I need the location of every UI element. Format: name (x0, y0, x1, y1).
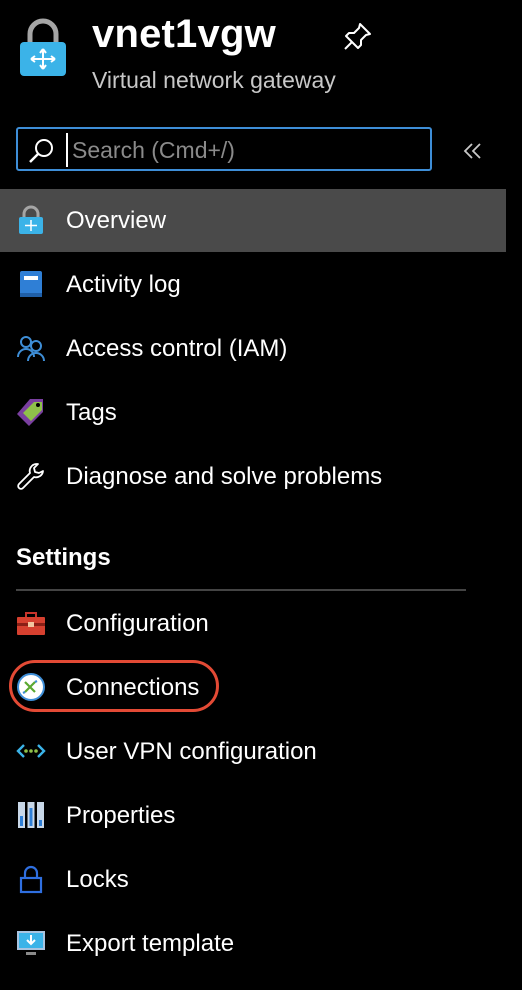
menu-item-properties[interactable]: Properties (0, 784, 506, 847)
menu-label: Diagnose and solve problems (66, 463, 383, 490)
double-chevron-left-icon[interactable] (460, 138, 486, 164)
lock-icon (19, 865, 43, 894)
toolbox-icon (17, 612, 45, 635)
lock-gateway-icon (19, 205, 43, 234)
blade-header: vnet1vgw Virtual network gateway (0, 0, 522, 110)
menu-label: Tags (66, 399, 117, 426)
menu-label: Export template (66, 930, 235, 957)
menu-item-activity-log[interactable]: Activity log (0, 253, 506, 316)
menu-label: Locks (66, 866, 129, 893)
vpn-icon (16, 744, 46, 758)
menu-item-overview[interactable]: Overview (0, 189, 506, 252)
menu-label: Overview (66, 207, 167, 234)
menu-item-configuration[interactable]: Configuration (0, 592, 506, 655)
activity-log-icon (20, 271, 42, 297)
menu-label: User VPN configuration (66, 738, 317, 765)
search-box[interactable] (16, 127, 432, 171)
connections-icon (17, 673, 45, 701)
menu-item-access-control[interactable]: Access control (IAM) (0, 317, 506, 380)
people-icon (17, 336, 45, 362)
menu-item-diagnose[interactable]: Diagnose and solve problems (0, 445, 506, 508)
menu-label: Configuration (66, 610, 209, 637)
menu-label: Activity log (66, 271, 181, 298)
menu-label: Properties (66, 802, 176, 829)
search-input[interactable] (66, 133, 428, 167)
menu-label: Access control (IAM) (66, 335, 288, 362)
menu-item-export-template[interactable]: Export template (0, 912, 506, 975)
menu-item-user-vpn[interactable]: User VPN configuration (0, 720, 506, 783)
wrench-icon (17, 463, 44, 490)
page-title: vnet1vgw (92, 12, 276, 56)
lock-gateway-icon (20, 18, 66, 76)
page-subtitle: Virtual network gateway (92, 67, 336, 93)
section-title-settings: Settings (16, 544, 111, 571)
menu-item-connections[interactable]: Connections (0, 656, 506, 719)
export-template-icon (17, 931, 45, 955)
pin-icon[interactable] (342, 20, 374, 52)
menu-label: Connections (66, 674, 200, 701)
section-divider (16, 589, 466, 591)
menu-item-tags[interactable]: Tags (0, 381, 506, 444)
menu-item-locks[interactable]: Locks (0, 848, 506, 911)
tag-icon (17, 399, 43, 426)
search-icon (29, 139, 53, 163)
properties-icon (18, 802, 44, 828)
